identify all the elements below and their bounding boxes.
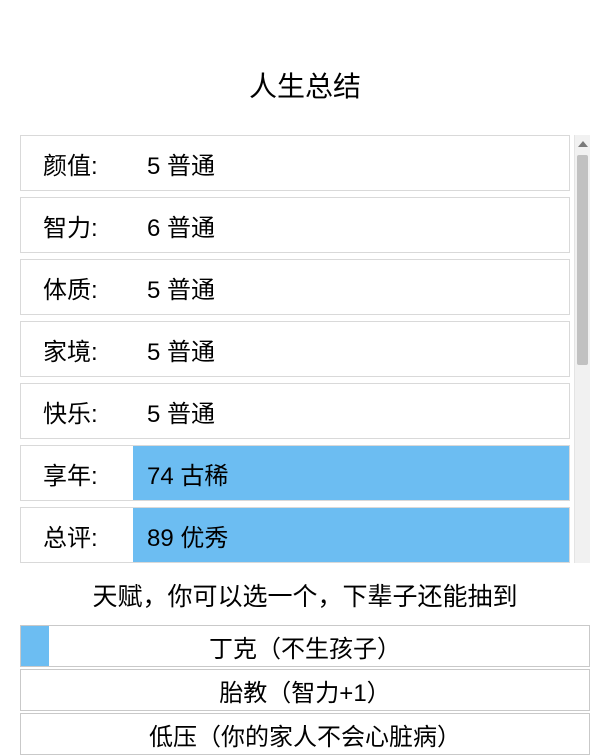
stat-value: 5 普通 xyxy=(133,260,569,314)
stat-row: 快乐: 5 普通 xyxy=(20,383,570,439)
talent-text: 丁克（不生孩子） xyxy=(209,629,401,664)
scrollbar-up-icon[interactable] xyxy=(575,135,590,153)
stat-row: 享年: 74 古稀 xyxy=(20,445,570,501)
stat-value: 5 普通 xyxy=(133,322,569,376)
stat-label: 家境: xyxy=(21,322,133,376)
scrollbar-track[interactable] xyxy=(574,135,590,563)
stat-row: 颜值: 5 普通 xyxy=(20,135,570,191)
stat-value: 74 古稀 xyxy=(133,446,569,500)
talent-text: 低压（你的家人不会心脏病） xyxy=(149,717,461,752)
stats-scroll-area: 颜值: 5 普通 智力: 6 普通 体质: 5 普通 家境: 5 普通 快乐: … xyxy=(20,135,590,563)
stat-value: 5 普通 xyxy=(133,136,569,190)
stat-row: 智力: 6 普通 xyxy=(20,197,570,253)
stat-value: 5 普通 xyxy=(133,384,569,438)
stat-label: 体质: xyxy=(21,260,133,314)
stat-label: 颜值: xyxy=(21,136,133,190)
stat-value: 89 优秀 xyxy=(133,508,569,562)
stat-row: 家境: 5 普通 xyxy=(20,321,570,377)
scrollbar-thumb[interactable] xyxy=(577,155,588,365)
stat-row: 总评: 89 优秀 xyxy=(20,507,570,563)
stat-label: 总评: xyxy=(21,508,133,562)
stat-row: 体质: 5 普通 xyxy=(20,259,570,315)
talent-option[interactable]: 低压（你的家人不会心脏病） xyxy=(20,713,590,755)
talent-option[interactable]: 丁克（不生孩子） xyxy=(20,625,590,667)
page-title: 人生总结 xyxy=(0,0,610,135)
talent-heading: 天赋，你可以选一个，下辈子还能抽到 xyxy=(20,577,590,613)
stat-label: 享年: xyxy=(21,446,133,500)
talent-option[interactable]: 胎教（智力+1） xyxy=(20,669,590,711)
stats-list: 颜值: 5 普通 智力: 6 普通 体质: 5 普通 家境: 5 普通 快乐: … xyxy=(20,135,570,563)
talent-section: 天赋，你可以选一个，下辈子还能抽到 丁克（不生孩子） 胎教（智力+1） 低压（你… xyxy=(20,577,590,755)
selected-marker xyxy=(21,626,49,666)
stat-label: 快乐: xyxy=(21,384,133,438)
stat-label: 智力: xyxy=(21,198,133,252)
stat-value: 6 普通 xyxy=(133,198,569,252)
talent-text: 胎教（智力+1） xyxy=(219,673,390,708)
